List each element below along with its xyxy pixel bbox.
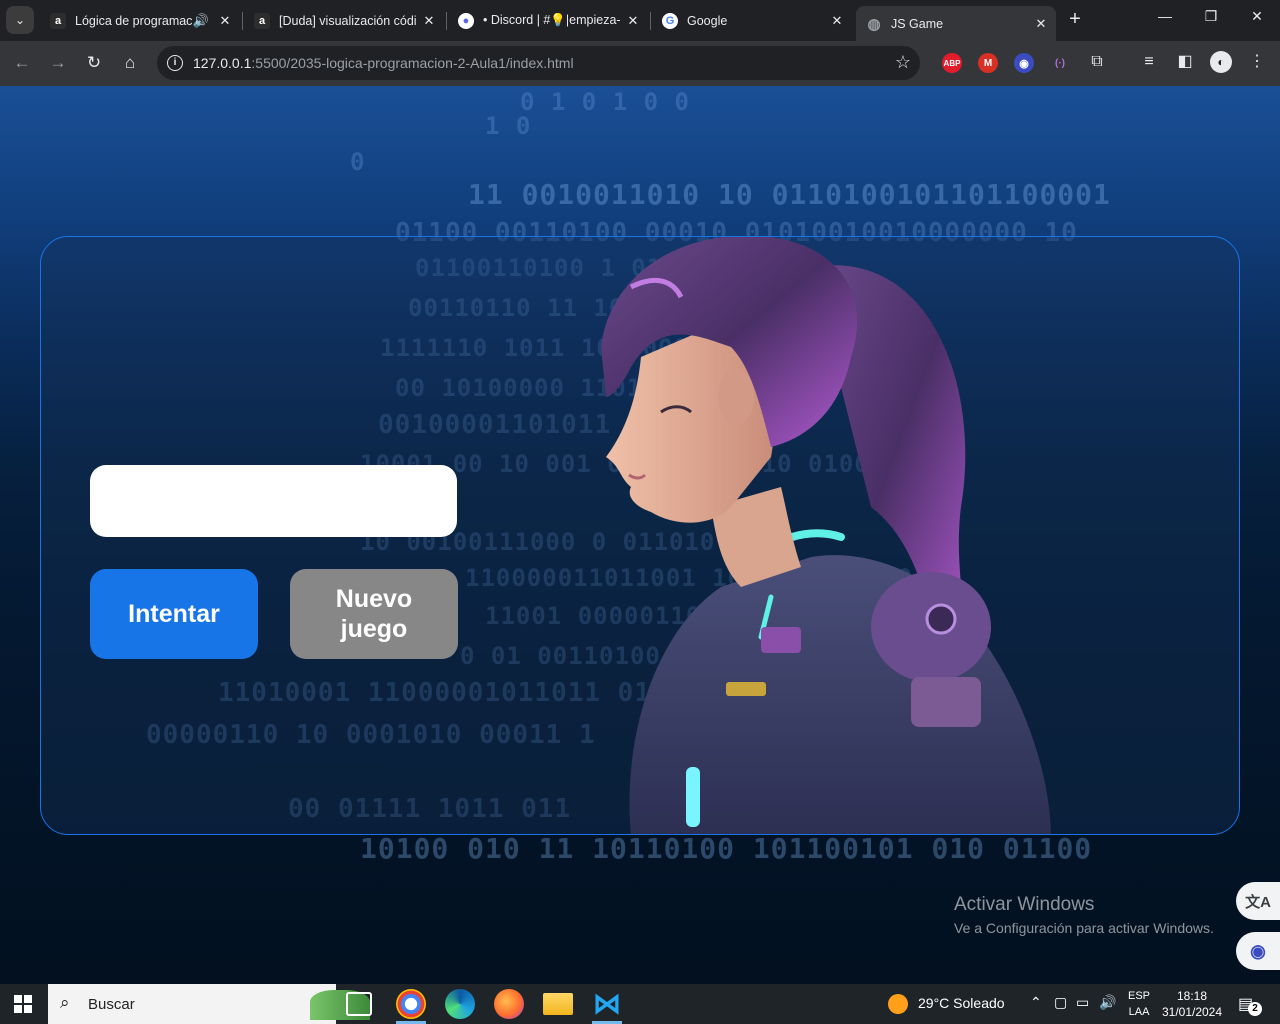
bookmark-star-icon[interactable]: ☆ xyxy=(895,52,911,73)
assistant-extension-icon[interactable]: ◉ xyxy=(1014,53,1034,73)
new-game-line-1: Nuevo xyxy=(335,585,413,613)
forward-icon[interactable]: → xyxy=(46,52,70,76)
file-explorer-icon[interactable] xyxy=(543,993,573,1015)
tab-title: JS Game xyxy=(891,16,944,31)
tab-title: • Discord | #💡|empieza- xyxy=(483,13,621,27)
network-icon[interactable]: ▭ xyxy=(1076,994,1089,1011)
tab-google[interactable]: G Google ✕ xyxy=(652,6,852,35)
clock-date: 31/01/2024 xyxy=(1161,1005,1223,1019)
extensions-puzzle-icon[interactable]: ⧉ xyxy=(1086,51,1108,73)
search-placeholder: Buscar xyxy=(88,996,135,1013)
new-game-line-2: juego xyxy=(340,615,408,643)
tab-strip: ⌄ a Lógica de programac 🔊 ✕ a [Duda] vis… xyxy=(0,0,1280,41)
tab-close-icon[interactable]: ✕ xyxy=(1032,16,1050,32)
vscode-taskbar-icon[interactable]: ⋈ xyxy=(592,989,622,1019)
minimize-icon[interactable]: — xyxy=(1142,8,1188,24)
sound-extension-icon[interactable]: (·) xyxy=(1050,53,1070,73)
globe-favicon-icon: ◍ xyxy=(867,15,881,33)
new-game-button[interactable]: Nuevo juego xyxy=(290,569,458,659)
profile-avatar-icon[interactable]: ◐ xyxy=(1210,51,1232,73)
tab-close-icon[interactable]: ✕ xyxy=(420,13,438,29)
binary-text: 1 0 xyxy=(485,112,532,140)
site-info-icon[interactable]: i xyxy=(167,55,183,71)
restore-icon[interactable]: ❐ xyxy=(1188,8,1234,25)
discord-favicon-icon: ● xyxy=(458,12,474,29)
tab-separator xyxy=(446,12,447,30)
binary-text: 10100 010 11 10110100 101100101 010 0110… xyxy=(360,832,1093,865)
assistant-bubble-icon[interactable]: ◉ xyxy=(1236,932,1280,970)
tab-search-button[interactable]: ⌄ xyxy=(6,6,34,34)
tab-close-icon[interactable]: ✕ xyxy=(624,13,642,29)
tab-close-icon[interactable]: ✕ xyxy=(828,13,846,29)
url-text[interactable]: 127.0.0.1:5500/2035-logica-programacion-… xyxy=(193,55,574,71)
clock[interactable]: 18:18 31/01/2024 xyxy=(1160,988,1224,1020)
media-control-icon[interactable]: ≡ xyxy=(1138,51,1160,73)
edge-taskbar-icon[interactable] xyxy=(445,989,475,1019)
weather-text[interactable]: 29°C Soleado xyxy=(918,995,1005,1011)
address-bar[interactable]: i 127.0.0.1:5500/2035-logica-programacio… xyxy=(157,46,920,80)
close-window-icon[interactable]: ✕ xyxy=(1234,8,1280,25)
clock-time: 18:18 xyxy=(1176,989,1208,1003)
hardware-icon[interactable]: ▢ xyxy=(1054,994,1067,1011)
tab-js-game[interactable]: ◍ JS Game ✕ xyxy=(856,6,1056,41)
binary-text: 0 xyxy=(350,148,366,176)
sun-weather-icon[interactable] xyxy=(888,994,908,1014)
alura-favicon-icon: a xyxy=(254,12,270,29)
taskbar-search[interactable]: ⌕ Buscar xyxy=(48,984,370,1024)
language-code: ESP xyxy=(1128,990,1151,1002)
tab-logica[interactable]: a Lógica de programac 🔊 ✕ xyxy=(40,6,240,35)
url-path: :5500/2035-logica-programacion-2-Aula1/i… xyxy=(251,55,574,71)
game-page: 0 1 0 1 0 0 1 0 0 11 0010011010 10 01101… xyxy=(0,86,1280,984)
translate-icon[interactable]: 文A xyxy=(1236,882,1280,920)
tab-title: Lógica de programac xyxy=(75,13,192,28)
kebab-menu-icon[interactable]: ⋮ xyxy=(1246,51,1268,73)
guess-input[interactable] xyxy=(90,465,457,537)
activate-title: Activar Windows xyxy=(954,894,1095,915)
activate-subtitle: Ve a Configuración para activar Windows. xyxy=(954,920,1214,936)
alura-favicon-icon: a xyxy=(50,12,66,29)
binary-text: 0 1 0 1 0 0 xyxy=(520,88,690,116)
home-icon[interactable]: ⌂ xyxy=(118,52,142,76)
task-view-icon[interactable] xyxy=(346,992,372,1016)
side-panel-icon[interactable]: ◧ xyxy=(1174,51,1196,73)
new-tab-button[interactable]: + xyxy=(1064,9,1086,31)
tab-title: [Duda] visualización códi xyxy=(279,13,417,28)
reload-icon[interactable]: ↻ xyxy=(82,52,106,76)
tab-close-icon[interactable]: ✕ xyxy=(216,13,234,29)
tab-discord[interactable]: ● • Discord | #💡|empieza- ✕ xyxy=(448,6,648,35)
new-game-label: Nuevo juego xyxy=(336,584,412,644)
activate-windows-watermark: Activar Windows Ve a Configuración para … xyxy=(954,894,1214,936)
chevron-up-icon[interactable]: ⌃ xyxy=(1030,994,1042,1011)
url-host: 127.0.0.1 xyxy=(193,55,252,71)
adblock-plus-icon[interactable]: ABP xyxy=(942,53,962,73)
tab-separator xyxy=(650,12,651,30)
windows-start-icon[interactable] xyxy=(14,995,32,1013)
tab-title: Google xyxy=(687,13,728,28)
speaker-icon[interactable]: 🔊 xyxy=(192,13,210,29)
search-icon: ⌕ xyxy=(60,993,70,1012)
volume-icon[interactable]: 🔊 xyxy=(1099,994,1116,1011)
gmail-icon[interactable]: M xyxy=(978,53,998,73)
binary-text: 11 0010011010 10 0110100101101100001 xyxy=(468,178,1111,211)
chrome-taskbar-icon[interactable] xyxy=(396,989,426,1019)
firefox-taskbar-icon[interactable] xyxy=(494,989,524,1019)
notification-count-badge: 2 xyxy=(1248,1002,1262,1016)
google-favicon-icon: G xyxy=(662,12,678,29)
tab-separator xyxy=(242,12,243,30)
language-indicator[interactable]: ESP LAA xyxy=(1128,988,1150,1020)
try-button[interactable]: Intentar xyxy=(90,569,258,659)
browser-toolbar: ← → ↻ ⌂ i 127.0.0.1:5500/2035-logica-pro… xyxy=(0,41,1280,86)
keyboard-layout: LAA xyxy=(1128,1006,1150,1018)
character-illustration xyxy=(601,237,1051,834)
tab-duda[interactable]: a [Duda] visualización códi ✕ xyxy=(244,6,444,35)
windows-taskbar: ⌕ Buscar ⋈ 29°C Soleado ⌃ ▢ ▭ 🔊 ESP LAA … xyxy=(0,984,1280,1024)
game-container: Intentar Nuevo juego xyxy=(40,236,1240,835)
back-icon[interactable]: ← xyxy=(10,52,34,76)
